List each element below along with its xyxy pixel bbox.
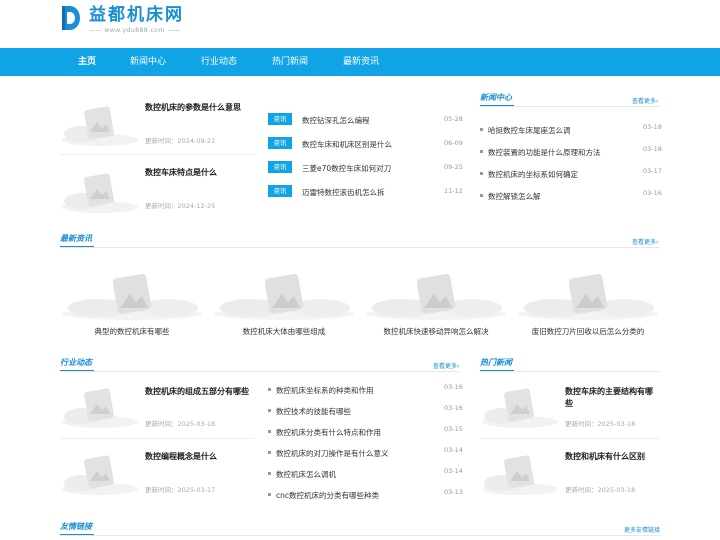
bullet-icon (268, 472, 271, 475)
list-date: 03-16 (444, 383, 463, 391)
section-title-industry: 行业动态 (60, 357, 92, 367)
more-link[interactable]: 查看更多› (632, 96, 658, 105)
list-item[interactable]: cnc数控机床的分类有哪些种类 (276, 490, 379, 501)
site-header: 益都机床网 —— www.ydu888.com —— (0, 0, 720, 48)
section-line (480, 106, 660, 107)
section-title-links: 友情链接 (60, 521, 92, 531)
more-link[interactable]: 查看更多› (632, 237, 658, 246)
bullet-icon (268, 430, 271, 433)
divider (60, 154, 255, 155)
section-title-hot-news: 热门新闻 (480, 357, 512, 367)
card-title[interactable]: 数控机床的组成五部分有哪些 (145, 386, 249, 398)
list-date: 03-16 (643, 189, 662, 197)
nav-hot-news[interactable]: 热门新闻 (272, 48, 308, 76)
news-badge: 资讯 (268, 161, 292, 173)
bullet-icon (268, 388, 271, 391)
nav-industry[interactable]: 行业动态 (201, 48, 237, 76)
thumbnail-image-icon[interactable] (60, 380, 140, 432)
card-time: 更新时间：2024-09-21 (145, 137, 216, 145)
news-badge: 资讯 (268, 137, 292, 149)
divider (60, 438, 255, 439)
latest-caption[interactable]: 数控机床大体由哪些组成 (214, 326, 354, 337)
divider (480, 438, 660, 439)
bullet-icon (268, 451, 271, 454)
thumbnail-image-icon[interactable] (480, 447, 560, 499)
list-item[interactable]: 数控机床的坐标系如何确定 (488, 169, 578, 180)
thumbnail-image-icon[interactable] (516, 268, 661, 322)
news-badge: 资讯 (268, 113, 292, 125)
list-item[interactable]: 数控机床怎么调机 (276, 469, 336, 480)
list-date: 03-14 (444, 467, 463, 475)
more-links-link[interactable]: 更多友情链接 (624, 525, 660, 534)
bullet-icon (480, 128, 483, 131)
nav-latest[interactable]: 最新资讯 (343, 48, 379, 76)
card-time: 更新时间：2025-03-18 (145, 420, 216, 428)
section-line (480, 371, 660, 372)
list-item[interactable]: 数控技术的技能有哪些 (276, 406, 351, 417)
card-title[interactable]: 数控机床的参数是什么意思 (145, 102, 241, 114)
latest-caption[interactable]: 数控机床快速移动异响怎么解决 (366, 326, 506, 337)
bullet-icon (268, 493, 271, 496)
card-title[interactable]: 数控车床特点是什么 (145, 167, 217, 179)
card-title[interactable]: 数控编程概念是什么 (145, 451, 217, 463)
bullet-icon (480, 172, 483, 175)
site-logo[interactable]: 益都机床网 —— www.ydu888.com —— (60, 4, 184, 38)
list-date: 09-25 (444, 163, 463, 171)
thumbnail-image-icon[interactable] (60, 165, 140, 217)
bullet-icon (268, 409, 271, 412)
latest-caption[interactable]: 废旧数控刀片回收以后怎么分类的 (518, 326, 658, 337)
card-time: 更新时间：2025-03-17 (145, 486, 216, 494)
list-date: 03-18 (643, 145, 662, 153)
bullet-icon (480, 194, 483, 197)
thumbnail-image-icon[interactable] (60, 268, 205, 322)
section-title-news-center: 新闻中心 (480, 92, 512, 102)
list-item[interactable]: 哈挺数控车床尾座怎么调 (488, 125, 571, 136)
list-date: 03-15 (444, 425, 463, 433)
logo-d-icon (60, 4, 82, 32)
site-name: 益都机床网 (89, 5, 184, 25)
news-badge: 资讯 (268, 185, 292, 197)
list-date: 11-12 (444, 187, 463, 195)
section-line (60, 535, 660, 536)
list-item[interactable]: 数控解锁怎么解 (488, 191, 541, 202)
card-time: 更新时间：2025-03-18 (565, 486, 636, 494)
list-item[interactable]: 数控机床坐标系的种类和作用 (276, 385, 374, 396)
more-link[interactable]: 查看更多› (433, 361, 459, 370)
nav-home[interactable]: 主页 (78, 48, 96, 76)
list-item[interactable]: 数控机床分类有什么特点和作用 (276, 427, 381, 438)
list-item[interactable]: 数控装置的功能是什么原理和方法 (488, 147, 601, 158)
card-time: 更新时间：2024-12-25 (145, 202, 216, 210)
card-title[interactable]: 数控车床的主要结构有哪些 (565, 386, 660, 410)
list-date: 05-28 (444, 115, 463, 123)
thumbnail-image-icon[interactable] (364, 268, 509, 322)
list-item[interactable]: 数控机床的对刀操作是有什么意义 (276, 448, 389, 459)
latest-caption[interactable]: 典型的数控机床有哪些 (62, 326, 202, 337)
bullet-icon (480, 150, 483, 153)
section-line (60, 371, 460, 372)
thumbnail-image-icon[interactable] (480, 380, 560, 432)
list-item[interactable]: 数控钻深孔怎么编程 (302, 115, 370, 126)
thumbnail-image-icon[interactable] (60, 447, 140, 499)
thumbnail-image-icon[interactable] (60, 98, 140, 150)
list-date: 06-09 (444, 139, 463, 147)
main-nav: 主页 新闻中心 行业动态 热门新闻 最新资讯 (0, 48, 720, 76)
list-date: 03-18 (643, 123, 662, 131)
section-line (60, 247, 660, 248)
list-date: 03-17 (643, 167, 662, 175)
card-time: 更新时间：2025-03-18 (565, 420, 636, 428)
list-date: 03-13 (444, 488, 463, 496)
list-date: 03-14 (444, 446, 463, 454)
thumbnail-image-icon[interactable] (212, 268, 357, 322)
nav-news-center[interactable]: 新闻中心 (130, 48, 166, 76)
section-title-latest: 最新资讯 (60, 233, 92, 243)
site-url: —— www.ydu888.com —— (89, 27, 181, 34)
list-date: 03-16 (444, 404, 463, 412)
card-title[interactable]: 数控和机床有什么区别 (565, 451, 645, 463)
list-item[interactable]: 三菱e70数控车床如何对刀 (302, 163, 391, 174)
list-item[interactable]: 数控车床和机床区别是什么 (302, 139, 392, 150)
list-item[interactable]: 迈雷特数控滚齿机怎么拆 (302, 187, 385, 198)
